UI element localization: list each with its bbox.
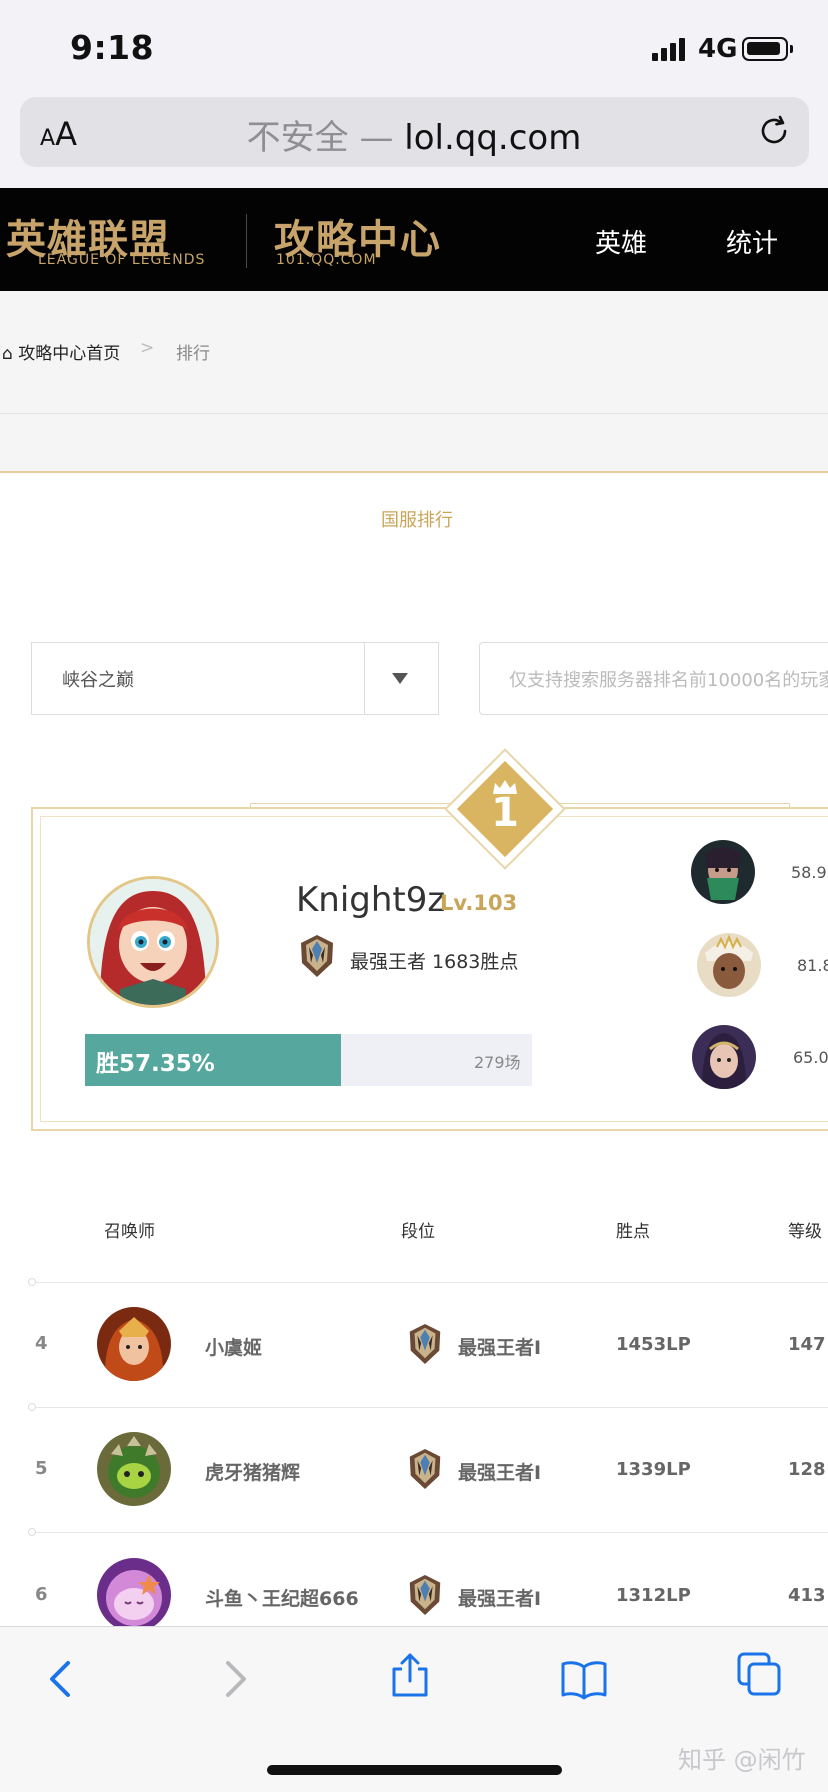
champion-winrate-2: 81.8: [797, 956, 828, 975]
summoner-lp: 1339LP: [616, 1459, 691, 1480]
row-rank: 5: [35, 1458, 48, 1479]
row-divider: [28, 1282, 828, 1283]
col-tier: 段位: [401, 1222, 435, 1242]
games-count: 279场: [474, 1053, 521, 1072]
share-icon[interactable]: [386, 1651, 434, 1699]
chevron-down-icon[interactable]: [392, 673, 408, 684]
summoner-avatar[interactable]: [97, 1307, 171, 1381]
status-time: 9:18: [70, 28, 155, 67]
challenger-emblem-icon: [409, 1449, 441, 1489]
akali-icon[interactable]: [691, 840, 755, 904]
player-avatar[interactable]: [87, 876, 219, 1008]
lol-logo-sub: LEAGUE OF LEGENDS: [38, 252, 206, 268]
search-placeholder: 仅支持搜索服务器排名前10000名的玩家: [509, 670, 828, 691]
bookmarks-icon[interactable]: [560, 1655, 608, 1703]
gold-divider: [0, 471, 828, 473]
summoner-name[interactable]: 虎牙猪猪辉: [205, 1458, 300, 1485]
breadcrumb-home[interactable]: ⌂ 攻略中心首页: [2, 339, 120, 364]
forward-icon[interactable]: [210, 1655, 258, 1703]
summoner-level: 128: [788, 1459, 826, 1480]
summoner-tier: 最强王者I: [458, 1588, 542, 1610]
signal-icon: [652, 37, 692, 61]
summoner-lp: 1312LP: [616, 1585, 691, 1606]
player-level: Lv.103: [440, 891, 518, 915]
winrate-label: 胜57.35%: [96, 1051, 215, 1077]
breadcrumb-area: [0, 291, 828, 471]
challenger-emblem-icon: [409, 1575, 441, 1615]
player-name[interactable]: Knight9z: [296, 880, 445, 920]
guide-center-sub: 101.QQ.COM: [276, 252, 377, 268]
summoner-level: 413: [788, 1585, 826, 1606]
row-rank: 4: [35, 1333, 48, 1354]
header-divider: [246, 214, 247, 268]
battery-icon: [742, 37, 793, 61]
champion-winrate-1: 58.93: [791, 863, 828, 882]
summoner-avatar[interactable]: [97, 1432, 171, 1506]
col-summoner: 召唤师: [104, 1222, 155, 1242]
challenger-emblem-icon: [409, 1324, 441, 1364]
row-dot: [28, 1278, 36, 1286]
challenger-emblem-icon: [301, 935, 333, 977]
row-dot: [28, 1528, 36, 1536]
irelia-icon[interactable]: [692, 1025, 756, 1089]
row-divider: [28, 1407, 828, 1408]
home-icon: ⌂: [2, 344, 13, 364]
reload-icon[interactable]: [756, 113, 792, 149]
row-rank: 6: [35, 1584, 48, 1605]
watermark: 知乎 @闲竹: [678, 1746, 806, 1774]
tab-national-ranking[interactable]: 国服排行: [0, 506, 828, 532]
rank-number: 1: [491, 790, 519, 836]
summoner-avatar[interactable]: [97, 1558, 171, 1632]
champion-winrate-3: 65.0: [793, 1048, 828, 1067]
player-tier-lp: 最强王者 1683胜点: [350, 951, 519, 973]
server-select-value: 峡谷之巅: [62, 670, 134, 691]
breadcrumb-current: 排行: [176, 344, 210, 364]
summoner-name[interactable]: 斗鱼丶王纪超666: [205, 1584, 359, 1611]
col-level: 等级: [788, 1222, 822, 1242]
select-divider: [364, 643, 365, 714]
summoner-name[interactable]: 小虞姬: [205, 1333, 262, 1360]
breadcrumb-chevron-icon: >: [140, 338, 155, 358]
back-icon[interactable]: [38, 1655, 86, 1703]
home-indicator[interactable]: [267, 1765, 562, 1775]
summoner-tier: 最强王者I: [458, 1337, 542, 1359]
row-dot: [28, 1403, 36, 1411]
row-divider: [28, 1532, 828, 1533]
col-lp: 胜点: [616, 1222, 650, 1242]
tabs-icon[interactable]: [735, 1650, 783, 1698]
summoner-level: 147: [788, 1334, 826, 1355]
summoner-lp: 1453LP: [616, 1334, 691, 1355]
url-text[interactable]: 不安全 — lol.qq.com: [0, 110, 828, 159]
divider: [0, 413, 828, 414]
network-type: 4G: [698, 34, 738, 64]
nav-heroes[interactable]: 英雄: [595, 223, 647, 260]
nav-stats[interactable]: 统计: [726, 223, 778, 260]
summoner-tier: 最强王者I: [458, 1462, 542, 1484]
qiyana-icon[interactable]: [697, 933, 761, 997]
